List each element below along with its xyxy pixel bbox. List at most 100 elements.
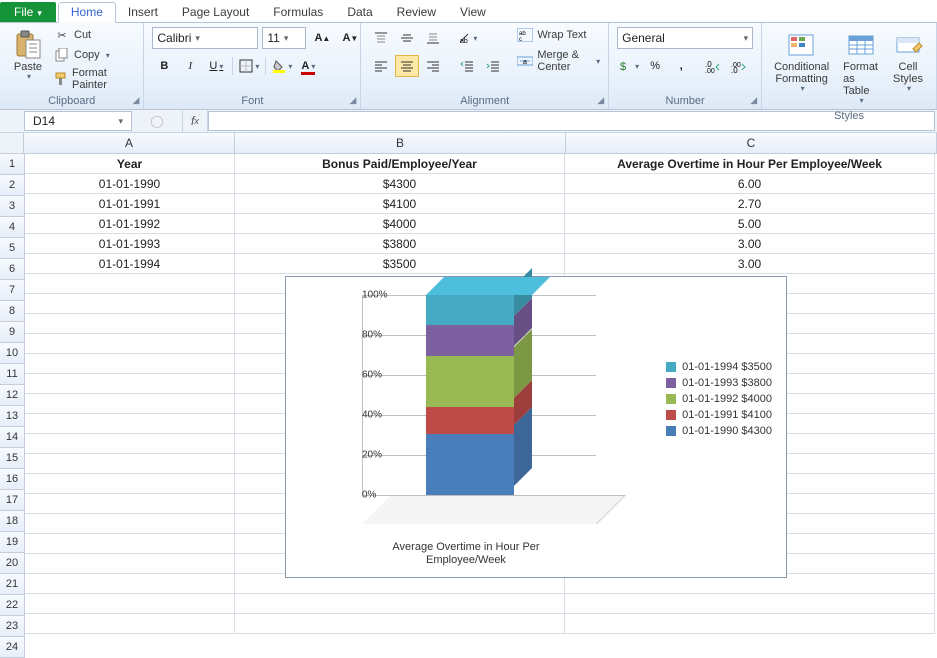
name-box[interactable]: D14▾ — [24, 111, 132, 131]
cell-A1[interactable]: Year — [25, 154, 235, 174]
row-header-12[interactable]: 12 — [0, 385, 25, 406]
cell-A4[interactable]: 01-01-1992 — [25, 214, 235, 234]
align-bottom-button[interactable] — [421, 27, 445, 49]
row-header-21[interactable]: 21 — [0, 574, 25, 595]
row-header-11[interactable]: 11 — [0, 364, 25, 385]
cell-A8[interactable] — [25, 294, 235, 314]
tab-view[interactable]: View — [448, 3, 498, 22]
cell-B3[interactable]: $4100 — [235, 194, 565, 214]
row-header-20[interactable]: 20 — [0, 553, 25, 574]
cell-A22[interactable] — [25, 574, 235, 594]
shrink-font-button[interactable]: A▼ — [338, 27, 362, 49]
tab-file[interactable]: File — [0, 2, 56, 22]
tab-page-layout[interactable]: Page Layout — [170, 3, 261, 22]
tab-insert[interactable]: Insert — [116, 3, 170, 22]
embedded-chart[interactable]: 0%20%40%60%80%100%Average Overtime in Ho… — [285, 276, 787, 578]
row-header-6[interactable]: 6 — [0, 259, 25, 280]
font-color-button[interactable]: A — [296, 55, 320, 77]
format-as-table-button[interactable]: Format as Table — [839, 27, 882, 108]
font-family-combo[interactable]: Calibri▾ — [152, 27, 258, 49]
number-format-combo[interactable]: General▾ — [617, 27, 753, 49]
cell-A18[interactable] — [25, 494, 235, 514]
underline-button[interactable]: U — [204, 55, 228, 77]
cell-C3[interactable]: 2.70 — [565, 194, 935, 214]
bold-button[interactable]: B — [152, 55, 176, 77]
borders-button[interactable] — [237, 55, 261, 77]
cell-A20[interactable] — [25, 534, 235, 554]
row-header-23[interactable]: 23 — [0, 616, 25, 637]
cell-A24[interactable] — [25, 614, 235, 634]
row-header-13[interactable]: 13 — [0, 406, 25, 427]
paste-button[interactable]: Paste — [8, 27, 48, 84]
cell-A7[interactable] — [25, 274, 235, 294]
cell-B5[interactable]: $3800 — [235, 234, 565, 254]
comma-button[interactable]: , — [669, 55, 693, 77]
cell-A6[interactable]: 01-01-1994 — [25, 254, 235, 274]
cell-A3[interactable]: 01-01-1991 — [25, 194, 235, 214]
row-header-15[interactable]: 15 — [0, 448, 25, 469]
format-painter-button[interactable]: Format Painter — [54, 67, 135, 91]
align-top-button[interactable] — [369, 27, 393, 49]
align-left-button[interactable] — [369, 55, 393, 77]
cell-B4[interactable]: $4000 — [235, 214, 565, 234]
row-header-17[interactable]: 17 — [0, 490, 25, 511]
cell-A16[interactable] — [25, 454, 235, 474]
cell-B24[interactable] — [235, 614, 565, 634]
clipboard-dialog-launcher[interactable]: ◢ — [132, 95, 139, 106]
copy-button[interactable]: Copy — [54, 47, 135, 63]
increase-indent-button[interactable] — [481, 55, 505, 77]
merge-center-button[interactable]: aMerge & Center — [517, 49, 600, 73]
column-header-B[interactable]: B — [235, 133, 566, 154]
cell-A2[interactable]: 01-01-1990 — [25, 174, 235, 194]
row-header-4[interactable]: 4 — [0, 217, 25, 238]
cell-A14[interactable] — [25, 414, 235, 434]
orientation-button[interactable]: ab — [455, 27, 479, 49]
font-dialog-launcher[interactable]: ◢ — [349, 95, 356, 106]
accounting-format-button[interactable]: $ — [617, 55, 641, 77]
font-size-combo[interactable]: 11▾ — [262, 27, 306, 49]
tab-formulas[interactable]: Formulas — [261, 3, 335, 22]
tab-home[interactable]: Home — [58, 2, 116, 23]
decrease-decimal-button[interactable]: .00.0 — [727, 55, 751, 77]
cell-B6[interactable]: $3500 — [235, 254, 565, 274]
row-header-14[interactable]: 14 — [0, 427, 25, 448]
column-header-A[interactable]: A — [24, 133, 235, 154]
row-header-9[interactable]: 9 — [0, 322, 25, 343]
decrease-indent-button[interactable] — [455, 55, 479, 77]
row-header-7[interactable]: 7 — [0, 280, 25, 301]
row-header-24[interactable]: 24 — [0, 637, 25, 658]
cell-C2[interactable]: 6.00 — [565, 174, 935, 194]
number-dialog-launcher[interactable]: ◢ — [750, 95, 757, 106]
cell-C23[interactable] — [565, 594, 935, 614]
cell-A10[interactable] — [25, 334, 235, 354]
wrap-text-button[interactable]: abcWrap Text — [517, 27, 600, 43]
cell-A17[interactable] — [25, 474, 235, 494]
tab-data[interactable]: Data — [335, 3, 384, 22]
row-header-1[interactable]: 1 — [0, 154, 25, 175]
row-header-18[interactable]: 18 — [0, 511, 25, 532]
cell-A15[interactable] — [25, 434, 235, 454]
select-all-corner[interactable] — [0, 133, 24, 154]
percent-button[interactable]: % — [643, 55, 667, 77]
cell-A21[interactable] — [25, 554, 235, 574]
cut-button[interactable]: ✂Cut — [54, 27, 135, 43]
cell-C24[interactable] — [565, 614, 935, 634]
conditional-formatting-button[interactable]: Conditional Formatting — [770, 27, 833, 96]
cells-area[interactable]: YearBonus Paid/Employee/YearAverage Over… — [25, 154, 935, 658]
cell-styles-button[interactable]: Cell Styles — [888, 27, 928, 96]
row-header-22[interactable]: 22 — [0, 595, 25, 616]
increase-decimal-button[interactable]: .0.00 — [701, 55, 725, 77]
cell-A5[interactable]: 01-01-1993 — [25, 234, 235, 254]
row-header-19[interactable]: 19 — [0, 532, 25, 553]
column-header-C[interactable]: C — [566, 133, 937, 154]
cell-C6[interactable]: 3.00 — [565, 254, 935, 274]
grow-font-button[interactable]: A▲ — [310, 27, 334, 49]
cell-A11[interactable] — [25, 354, 235, 374]
italic-button[interactable]: I — [178, 55, 202, 77]
row-header-10[interactable]: 10 — [0, 343, 25, 364]
row-header-3[interactable]: 3 — [0, 196, 25, 217]
fx-label[interactable]: fx — [182, 110, 208, 132]
tab-review[interactable]: Review — [385, 3, 448, 22]
cell-B2[interactable]: $4300 — [235, 174, 565, 194]
align-center-button[interactable] — [395, 55, 419, 77]
